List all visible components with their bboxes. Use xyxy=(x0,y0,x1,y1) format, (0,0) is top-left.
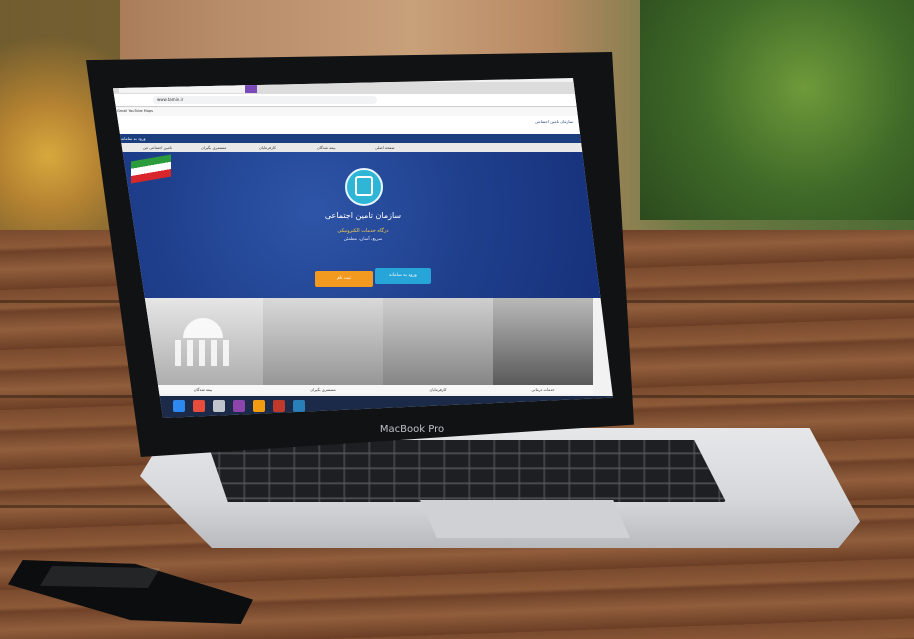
laptop-brand-label: MacBook Pro xyxy=(379,424,445,435)
folder-icon[interactable] xyxy=(253,400,265,412)
nav-item[interactable]: کارفرمایان xyxy=(259,143,276,152)
phone-screen-reflection xyxy=(40,566,160,588)
bookmarks-bar[interactable]: M Gmail YouTube Maps xyxy=(113,107,613,116)
tile-caption: مستمری بگیران xyxy=(263,385,383,394)
url-field[interactable]: www.tamin.ir xyxy=(153,96,377,104)
photo-scene: MacBook Pro www.tamin.ir M Gmail YouTube… xyxy=(0,0,914,639)
tile-caption: خدمات درمانی xyxy=(493,385,593,394)
family-figures xyxy=(175,340,235,366)
app-icon[interactable] xyxy=(233,400,245,412)
login-button[interactable]: ورود به سامانه xyxy=(375,268,431,284)
hero-tagline: سریع، آسان، مطمئن xyxy=(343,237,383,242)
site-ribbon: ورود به سامانه xyxy=(113,134,613,143)
site-nav: تامین اجتماعی من مستمری بگیران کارفرمایا… xyxy=(113,143,613,152)
blurred-foliage xyxy=(640,0,914,220)
nav-item[interactable]: تامین اجتماعی من xyxy=(143,143,172,152)
service-tile[interactable]: مستمری بگیران xyxy=(263,298,383,394)
service-tile[interactable]: خدمات درمانی xyxy=(493,298,593,394)
laptop-screen: www.tamin.ir M Gmail YouTube Maps سازمان… xyxy=(113,78,613,418)
site-logo-text[interactable]: سازمان تامین اجتماعی xyxy=(483,119,573,131)
chrome-icon[interactable] xyxy=(193,400,205,412)
nav-item[interactable]: بیمه شدگان xyxy=(317,143,336,152)
hero-subtitle: درگاه خدمات الکترونیکی xyxy=(337,228,389,234)
service-tile[interactable]: کارفرمایان xyxy=(383,298,493,394)
start-icon[interactable] xyxy=(173,400,185,412)
app-icon[interactable] xyxy=(213,400,225,412)
nav-item[interactable]: مستمری بگیران xyxy=(201,143,226,152)
tile-caption: بیمه شدگان xyxy=(143,385,263,394)
nav-item[interactable]: صفحه اصلی xyxy=(375,143,395,152)
app-icon[interactable] xyxy=(293,400,305,412)
emblem-logo-icon xyxy=(355,176,373,196)
tile-caption: کارفرمایان xyxy=(383,385,493,394)
register-button[interactable]: ثبت نام xyxy=(315,271,373,287)
keyboard-rows xyxy=(206,440,726,502)
new-tab-button[interactable] xyxy=(245,84,257,93)
app-icon[interactable] xyxy=(273,400,285,412)
login-link[interactable]: ورود به سامانه xyxy=(121,134,146,143)
hero-title: سازمان تامین اجتماعی xyxy=(324,211,402,220)
laptop-trackpad xyxy=(420,500,630,538)
